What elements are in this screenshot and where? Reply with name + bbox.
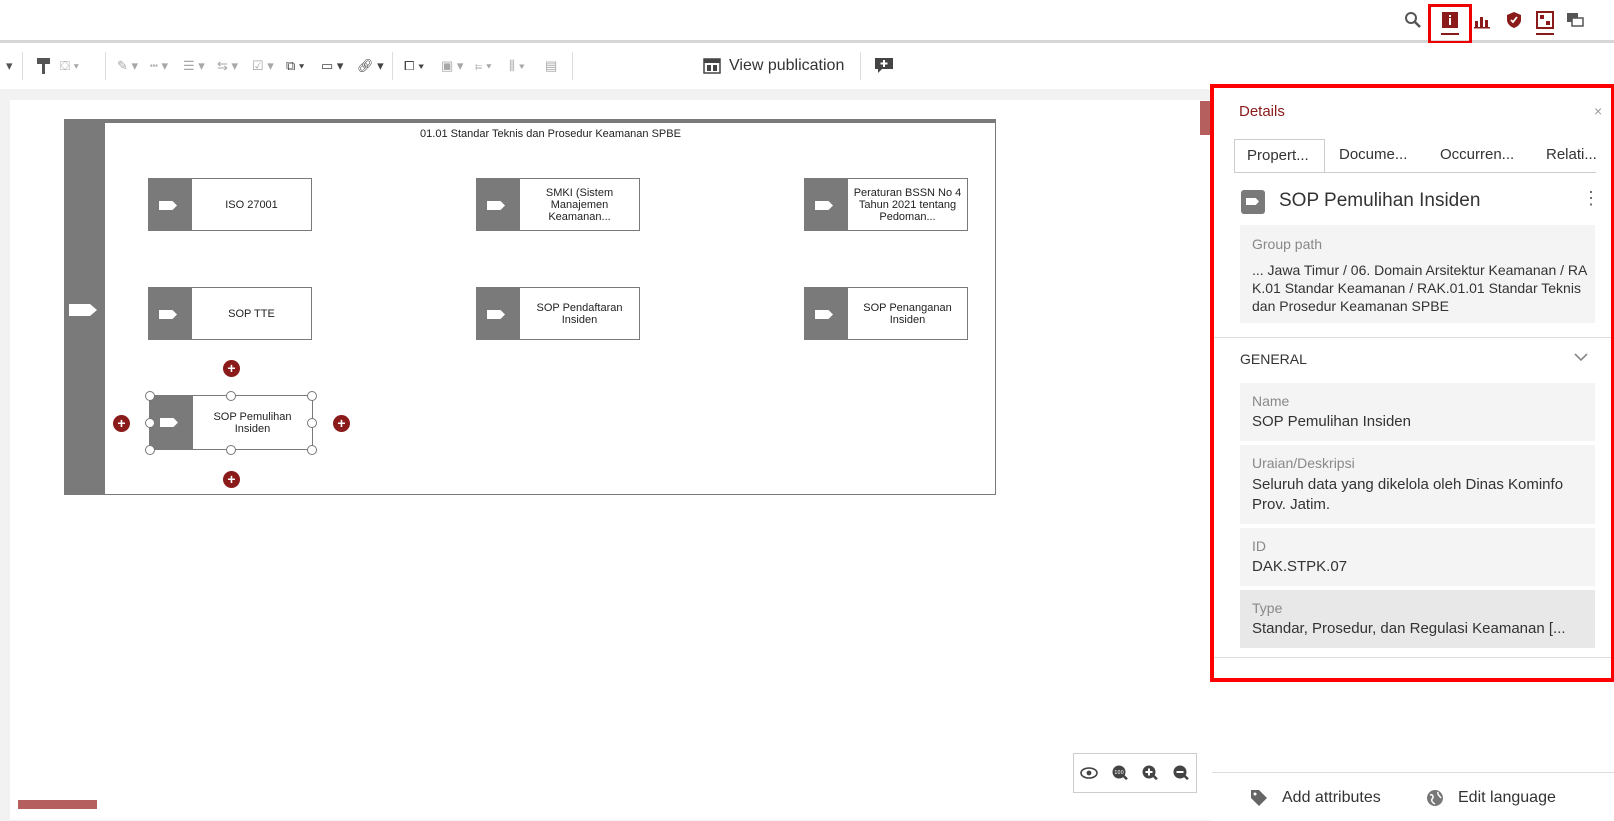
diagram-node[interactable]: SOP TTE	[148, 287, 312, 340]
canvas-controls: 100	[1073, 753, 1197, 793]
view-publication-label: View publication	[729, 57, 845, 74]
diagram-node[interactable]: Peraturan BSSN No 4 Tahun 2021 tentang P…	[804, 178, 968, 231]
footer-divider	[1212, 772, 1614, 773]
toolbar-divider	[105, 52, 106, 80]
edit-language-label: Edit language	[1458, 789, 1556, 806]
node-label: SMKI (Sistem Manajemen Keamanan...	[545, 186, 614, 223]
line-weight-icon[interactable]: ☰ ▾	[183, 55, 205, 77]
resize-handle[interactable]	[307, 391, 317, 401]
swimlane-top-border	[105, 119, 996, 123]
fill-color-icon[interactable]: ⛋ ▾	[60, 55, 79, 77]
shape-icon[interactable]: ▭ ▾	[321, 55, 343, 77]
add-node-above-icon[interactable]: +	[223, 360, 240, 377]
arrange-icon[interactable]: ⧠ ▾	[404, 55, 424, 77]
line-style-icon[interactable]: ┅ ▾	[150, 55, 168, 77]
tag-icon	[477, 288, 520, 339]
tag-icon	[150, 396, 193, 449]
publication-icon	[703, 58, 721, 74]
eye-icon[interactable]	[1080, 766, 1099, 780]
zoom-in-icon[interactable]	[1141, 764, 1159, 782]
globe-icon	[1427, 790, 1443, 806]
add-node-left-icon[interactable]: +	[113, 415, 130, 432]
toolbar-divider	[572, 52, 573, 80]
format-painter-icon[interactable]	[36, 55, 52, 77]
edit-shape-icon[interactable]: ☑ ▾	[252, 55, 274, 77]
resize-handle[interactable]	[226, 445, 236, 455]
zoom-100-icon[interactable]: 100	[1111, 764, 1129, 782]
resize-handle[interactable]	[145, 391, 155, 401]
tag-icon	[1251, 790, 1267, 806]
align-icon[interactable]: ⫢ ▾	[475, 55, 492, 77]
info-icon[interactable]	[1441, 11, 1459, 29]
node-label: SOP Pendaftaran Insiden	[536, 301, 623, 326]
tag-icon	[69, 304, 97, 316]
diagram-node[interactable]: ISO 27001	[148, 178, 312, 231]
resize-handle[interactable]	[307, 445, 317, 455]
swimlane-header	[64, 119, 105, 495]
tag-icon	[149, 288, 192, 339]
diagram-node[interactable]: SOP Pendaftaran Insiden	[476, 287, 640, 340]
toolbar-divider	[860, 52, 861, 80]
toolbar-divider	[392, 52, 393, 80]
arrow-style-icon[interactable]: ⇆ ▾	[217, 55, 238, 77]
node-label: Peraturan BSSN No 4 Tahun 2021 tentang P…	[853, 186, 962, 223]
distribute-icon[interactable]: ⫼ ▾	[509, 55, 525, 77]
active-indicator	[1441, 33, 1459, 35]
model-icon[interactable]	[1536, 11, 1554, 29]
size-icon[interactable]: ▤	[545, 55, 557, 77]
chart-icon[interactable]	[1473, 11, 1491, 29]
top-bar	[0, 0, 1614, 40]
shield-icon[interactable]	[1505, 11, 1523, 29]
resize-handle[interactable]	[226, 391, 236, 401]
add-comment-icon[interactable]	[874, 55, 894, 77]
swimlane-title: 01.01 Standar Teknis dan Prosedur Keaman…	[420, 128, 681, 140]
add-node-below-icon[interactable]: +	[223, 471, 240, 488]
link-icon[interactable]: 🔗︎ ▾	[357, 55, 384, 77]
add-attributes-label: Add attributes	[1282, 789, 1381, 806]
resize-handle[interactable]	[145, 418, 155, 428]
comments-icon[interactable]	[1566, 11, 1584, 29]
resize-handle[interactable]	[145, 445, 155, 455]
node-label: SOP Penanganan Insiden	[863, 301, 952, 326]
tag-icon	[477, 179, 520, 230]
details-highlight-box	[1210, 84, 1614, 682]
tag-icon	[149, 179, 192, 230]
tag-icon	[805, 288, 848, 339]
add-node-right-icon[interactable]: +	[333, 415, 350, 432]
node-label: ISO 27001	[225, 198, 278, 211]
diagram-node[interactable]: SOP Penanganan Insiden	[804, 287, 968, 340]
search-icon[interactable]	[1404, 11, 1422, 29]
svg-text:100: 100	[1114, 770, 1124, 776]
model-indicator	[1536, 33, 1554, 35]
node-label: SOP Pemulihan Insiden	[213, 410, 292, 435]
resize-handle[interactable]	[307, 418, 317, 428]
selected-diagram-node[interactable]: SOP Pemulihan Insiden	[149, 395, 313, 450]
horizontal-scrollbar[interactable]	[18, 800, 97, 809]
line-color-icon[interactable]: ✎ ▾	[117, 55, 138, 77]
group-icon[interactable]: ▣ ▾	[441, 55, 463, 77]
dropdown-arrow-icon[interactable]: ▾	[6, 55, 13, 77]
node-label: SOP TTE	[228, 307, 275, 320]
zoom-out-icon[interactable]	[1172, 764, 1190, 782]
add-attributes-button[interactable]: Add attributes	[1250, 789, 1381, 807]
toolbar-divider	[22, 52, 23, 80]
tag-icon	[805, 179, 848, 230]
view-publication-button[interactable]: View publication	[703, 53, 844, 79]
symbol-icon[interactable]: ⧉ ▾	[286, 55, 304, 77]
diagram-node[interactable]: SMKI (Sistem Manajemen Keamanan...	[476, 178, 640, 231]
edit-language-button[interactable]: Edit language	[1426, 789, 1556, 807]
